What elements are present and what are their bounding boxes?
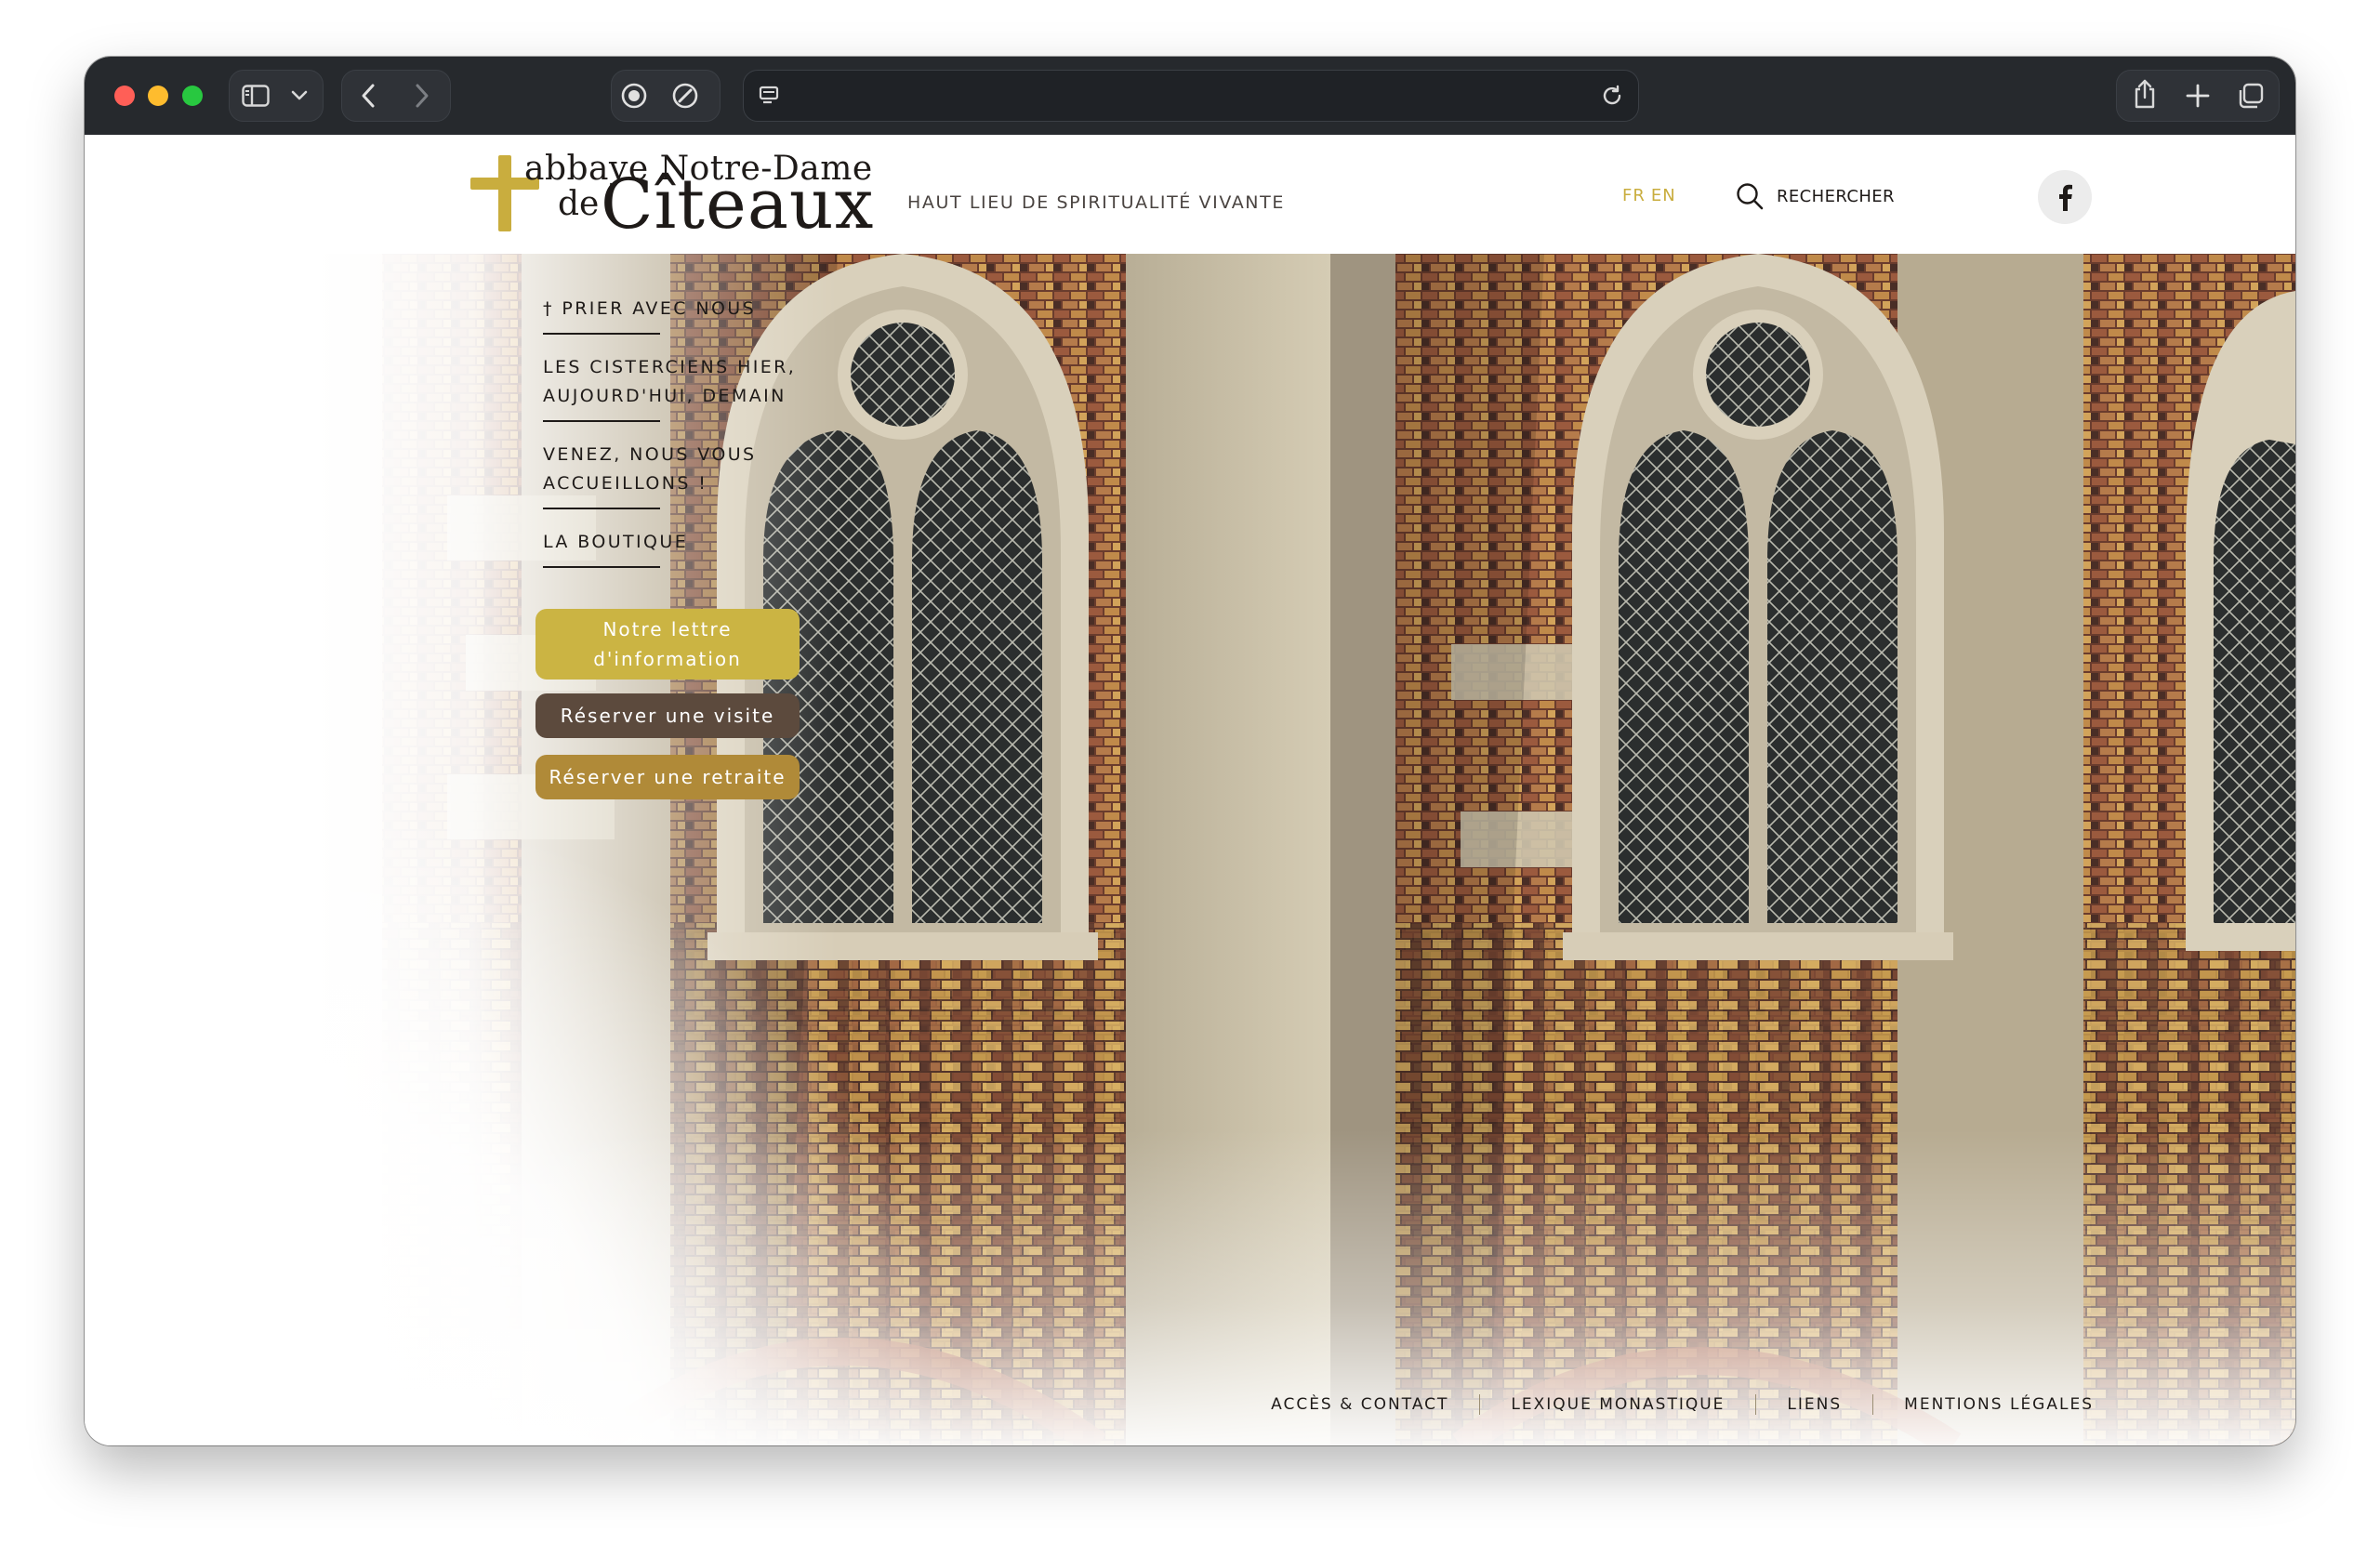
main-navigation: † PRIER AVEC NOUS LES CISTERCIENS HIER, … — [543, 295, 822, 587]
nav-item-boutique[interactable]: LA BOUTIQUE — [543, 528, 822, 568]
nav-item-cisterciens[interactable]: LES CISTERCIENS HIER, AUJOURD'HUI, DEMAI… — [543, 353, 822, 422]
browser-window: abbaye Notre-Dame de Cîteaux HAUT LIEU D… — [85, 57, 2295, 1445]
nav-item-label: LES CISTERCIENS HIER, AUJOURD'HUI, DEMAI… — [543, 357, 797, 406]
cross-icon — [498, 155, 511, 231]
footer-link-lexique[interactable]: LEXIQUE MONASTIQUE — [1511, 1395, 1725, 1414]
record-icon[interactable] — [619, 81, 649, 111]
footer-links: ACCÈS & CONTACT LEXIQUE MONASTIQUE LIENS… — [1271, 1394, 2094, 1415]
nav-item-label: † PRIER AVEC NOUS — [543, 298, 757, 319]
zoom-window-button[interactable] — [182, 86, 203, 106]
footer-divider — [1872, 1394, 1874, 1415]
minimize-window-button[interactable] — [148, 86, 168, 106]
nav-divider — [543, 420, 660, 422]
sidebar-icon[interactable] — [241, 83, 271, 109]
browser-toolbar — [85, 57, 2295, 135]
chevron-down-icon[interactable] — [289, 86, 310, 105]
page-icon[interactable] — [757, 82, 781, 110]
new-tab-icon[interactable] — [2184, 81, 2212, 111]
footer-divider — [1755, 1394, 1757, 1415]
nav-divider — [543, 508, 660, 509]
site-logo[interactable]: abbaye Notre-Dame de Cîteaux — [470, 148, 875, 244]
book-retreat-button[interactable]: Réserver une retraite — [536, 755, 800, 799]
nav-divider — [543, 333, 660, 335]
nav-item-label: LA BOUTIQUE — [543, 532, 689, 552]
footer-divider — [1479, 1394, 1481, 1415]
hero-fade-corner — [317, 795, 968, 1445]
tabs-overview-icon[interactable] — [2236, 81, 2266, 111]
search-button[interactable]: RECHERCHER — [1736, 178, 1895, 215]
book-visit-button[interactable]: Réserver une visite — [536, 693, 800, 738]
nav-item-prier[interactable]: † PRIER AVEC NOUS — [543, 295, 822, 335]
site-header: abbaye Notre-Dame de Cîteaux HAUT LIEU D… — [85, 135, 2295, 254]
site-footer: ACCÈS & CONTACT LEXIQUE MONASTIQUE LIENS… — [85, 1364, 2295, 1445]
footer-link-mentions[interactable]: MENTIONS LÉGALES — [1904, 1395, 2094, 1414]
forward-icon[interactable] — [410, 81, 434, 111]
language-switcher: FR EN — [1622, 186, 1682, 205]
logo-name: Cîteaux — [601, 165, 875, 244]
facebook-icon — [2059, 184, 2072, 211]
lang-fr[interactable]: FR — [1622, 186, 1646, 205]
facebook-link[interactable] — [2038, 170, 2092, 224]
nav-item-label: VENEZ, NOUS VOUS ACCUEILLONS ! — [543, 444, 757, 494]
nav-divider — [543, 566, 660, 568]
search-label: RECHERCHER — [1777, 186, 1895, 206]
reload-icon[interactable] — [1599, 82, 1625, 110]
address-bar[interactable] — [743, 70, 1639, 122]
footer-link-liens[interactable]: LIENS — [1787, 1395, 1842, 1414]
newsletter-button[interactable]: Notre lettre d'information — [536, 609, 800, 680]
close-window-button[interactable] — [114, 86, 135, 106]
compass-icon[interactable] — [670, 81, 700, 111]
nav-item-accueil[interactable]: VENEZ, NOUS VOUS ACCUEILLONS ! — [543, 441, 822, 509]
back-icon[interactable] — [356, 81, 380, 111]
web-page: abbaye Notre-Dame de Cîteaux HAUT LIEU D… — [85, 135, 2295, 1445]
site-tagline: HAUT LIEU DE SPIRITUALITÉ VIVANTE — [907, 192, 1285, 213]
search-icon — [1737, 183, 1764, 210]
logo-de: de — [558, 185, 600, 223]
footer-link-contact[interactable]: ACCÈS & CONTACT — [1271, 1395, 1448, 1414]
share-icon[interactable] — [2130, 77, 2160, 111]
lang-en[interactable]: EN — [1651, 186, 1676, 205]
